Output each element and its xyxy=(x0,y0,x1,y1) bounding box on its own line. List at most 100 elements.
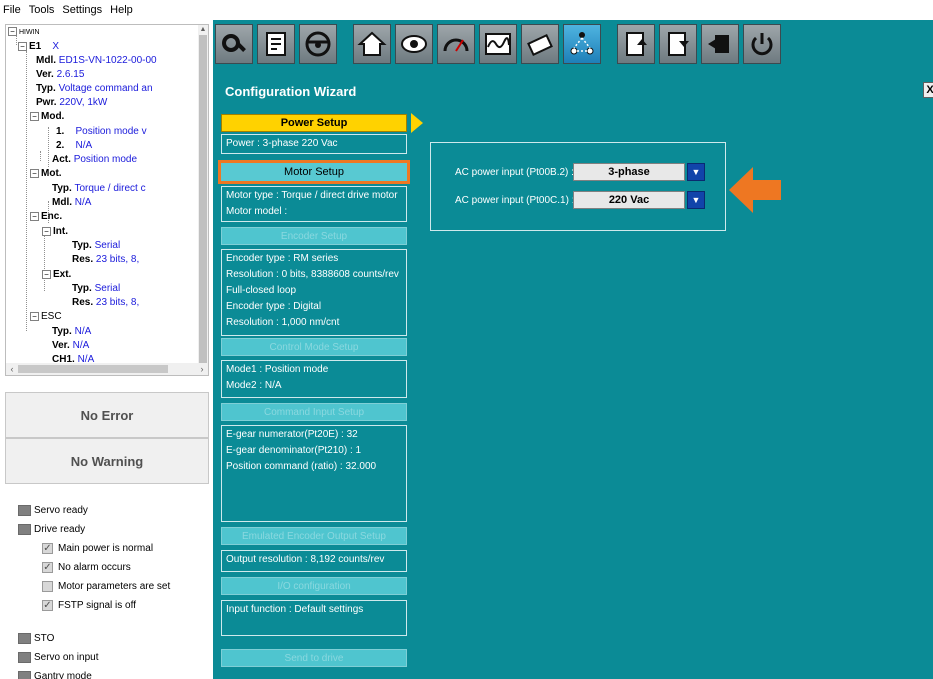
tree-item-mod1: 1. Position mode v xyxy=(56,126,147,137)
firmware-icon[interactable] xyxy=(701,24,739,64)
reset-icon[interactable] xyxy=(743,24,781,64)
power-settings-panel: AC power input (Pt00B.2) : 3-phase ▼ AC … xyxy=(430,142,726,231)
scroll-left-icon[interactable]: ‹ xyxy=(6,363,18,375)
close-button[interactable]: X xyxy=(923,82,933,98)
collapse-icon[interactable]: − xyxy=(42,227,51,236)
indicator-servo-on: Servo on input xyxy=(18,652,99,663)
eye-icon[interactable] xyxy=(395,24,433,64)
checkmark-icon: ✓ xyxy=(42,600,53,611)
menu-file[interactable]: File xyxy=(3,4,21,16)
collapse-icon[interactable]: − xyxy=(30,112,39,121)
checkbox-fstp: ✓ FSTP signal is off xyxy=(42,600,136,611)
tree-node-ext[interactable]: − Ext. xyxy=(42,269,71,281)
command-input-info: E-gear numerator(Pt20E) : 32 E-gear deno… xyxy=(221,425,407,522)
tree-item-ext-res: Res. 23 bits, 8, xyxy=(72,297,140,308)
indicator-servo-ready: Servo ready xyxy=(18,505,88,516)
tree-item-esc-ver: Ver. N/A xyxy=(52,340,90,351)
power-info: Power : 3-phase 220 Vac xyxy=(221,134,407,154)
checkbox-main-power: ✓ Main power is normal xyxy=(42,543,154,554)
checkmark-icon: ✓ xyxy=(42,543,53,554)
tree-item-esc-typ: Typ. N/A xyxy=(52,326,92,337)
indicator-drive-ready: Drive ready xyxy=(18,524,85,535)
tools-icon[interactable] xyxy=(521,24,559,64)
gauge-icon[interactable] xyxy=(437,24,475,64)
ac-power-phase-select[interactable]: 3-phase xyxy=(573,163,685,181)
emulated-encoder-setup-button[interactable]: Emulated Encoder Output Setup xyxy=(221,527,407,545)
tree-node-int[interactable]: − Int. xyxy=(42,226,68,238)
tree-node-mot[interactable]: − Mot. xyxy=(30,168,62,180)
toolbar xyxy=(213,20,933,68)
scroll-right-icon[interactable]: › xyxy=(196,363,208,375)
menu-settings[interactable]: Settings xyxy=(62,4,102,16)
checkbox-motor-params: Motor parameters are set xyxy=(42,581,170,592)
tree-item-mod2: 2. N/A xyxy=(56,140,93,151)
menu-bar: File Tools Settings Help xyxy=(0,0,933,20)
tree-item-act: Act. Position mode xyxy=(52,154,138,165)
tree-item-pwr: Pwr. 220V, 1kW xyxy=(36,97,108,108)
import-document-icon[interactable] xyxy=(659,24,697,64)
tree-root[interactable]: − HIWIN xyxy=(8,26,40,39)
chevron-down-icon[interactable]: ▼ xyxy=(687,191,705,209)
steering-wheel-icon[interactable] xyxy=(299,24,337,64)
configuration-wizard-icon[interactable] xyxy=(563,24,601,64)
tree-node-mod[interactable]: − Mod. xyxy=(30,111,64,123)
tree-vertical-scrollbar[interactable]: ▲ xyxy=(198,25,208,365)
scrollbar-thumb[interactable] xyxy=(199,35,207,365)
tree-item-mot-typ: Typ. Torque / direct c xyxy=(52,183,146,194)
command-input-setup-button[interactable]: Command Input Setup xyxy=(221,403,407,421)
home-icon[interactable] xyxy=(353,24,391,64)
power-setup-button[interactable]: Power Setup xyxy=(221,114,407,132)
collapse-icon[interactable]: − xyxy=(18,42,27,51)
current-step-arrow-icon xyxy=(411,113,423,133)
menu-help[interactable]: Help xyxy=(110,4,133,16)
motor-setup-button[interactable]: Motor Setup xyxy=(218,160,410,184)
status-lamp xyxy=(18,633,31,644)
error-status: No Error xyxy=(5,392,209,438)
status-lamp xyxy=(18,652,31,663)
ac-power-voltage-select[interactable]: 220 Vac xyxy=(573,191,685,209)
tree-item-mdl: Mdl. ED1S-VN-1022-00-00 xyxy=(36,55,157,66)
control-mode-info: Mode1 : Position mode Mode2 : N/A xyxy=(221,360,407,398)
tree-node-enc[interactable]: − Enc. xyxy=(30,211,62,223)
wizard-title: Configuration Wizard xyxy=(225,84,357,99)
send-to-drive-button[interactable]: Send to drive xyxy=(221,649,407,667)
export-document-icon[interactable] xyxy=(617,24,655,64)
tree-item-int-res: Res. 23 bits, 8, xyxy=(72,254,140,265)
encoder-setup-button[interactable]: Encoder Setup xyxy=(221,227,407,245)
control-mode-setup-button[interactable]: Control Mode Setup xyxy=(221,338,407,356)
indicator-gantry: Gantry mode xyxy=(18,671,92,679)
document-edit-icon[interactable] xyxy=(257,24,295,64)
tree-node-esc[interactable]: − ESC xyxy=(30,311,62,323)
collapse-icon[interactable]: − xyxy=(30,169,39,178)
ac-power-voltage-label: AC power input (Pt00C.1) : xyxy=(455,194,575,206)
tree-item-int-typ: Typ. Serial xyxy=(72,240,121,251)
emulated-encoder-info: Output resolution : 8,192 counts/rev xyxy=(221,550,407,572)
collapse-icon[interactable]: − xyxy=(30,312,39,321)
io-configuration-button[interactable]: I/O configuration xyxy=(221,577,407,595)
checkmark-icon: ✓ xyxy=(42,562,53,573)
checkbox-no-alarm: ✓ No alarm occurs xyxy=(42,562,131,573)
gear-wrench-icon[interactable] xyxy=(215,24,253,64)
unchecked-box-icon xyxy=(42,581,53,592)
main-panel: Configuration Wizard X Power Setup Power… xyxy=(213,20,933,679)
scrollbar-thumb[interactable] xyxy=(18,365,168,373)
warning-status: No Warning xyxy=(5,438,209,484)
status-lamp xyxy=(18,505,31,516)
status-lamp xyxy=(18,671,31,679)
tree-item-ver: Ver. 2.6.15 xyxy=(36,69,85,80)
ac-power-voltage-row: AC power input (Pt00C.1) : 220 Vac ▼ xyxy=(455,191,705,209)
highlight-arrow-icon xyxy=(729,167,781,213)
collapse-icon[interactable]: − xyxy=(8,27,17,36)
tree-item-typ: Typ. Voltage command an xyxy=(36,83,153,94)
chevron-down-icon[interactable]: ▼ xyxy=(687,163,705,181)
tree-node-e1[interactable]: − E1 X xyxy=(18,41,59,53)
tree-horizontal-scrollbar[interactable]: ‹ › xyxy=(6,363,208,375)
collapse-icon[interactable]: − xyxy=(30,212,39,221)
menu-tools[interactable]: Tools xyxy=(29,4,55,16)
waveform-icon[interactable] xyxy=(479,24,517,64)
io-info: Input function : Default settings xyxy=(221,600,407,636)
device-tree[interactable]: − HIWIN − E1 X Mdl. ED1S-VN-1022-00-00 Ver… xyxy=(5,24,209,376)
scroll-up-icon[interactable]: ▲ xyxy=(198,25,208,35)
collapse-icon[interactable]: − xyxy=(42,270,51,279)
e1-close[interactable]: X xyxy=(52,41,59,52)
